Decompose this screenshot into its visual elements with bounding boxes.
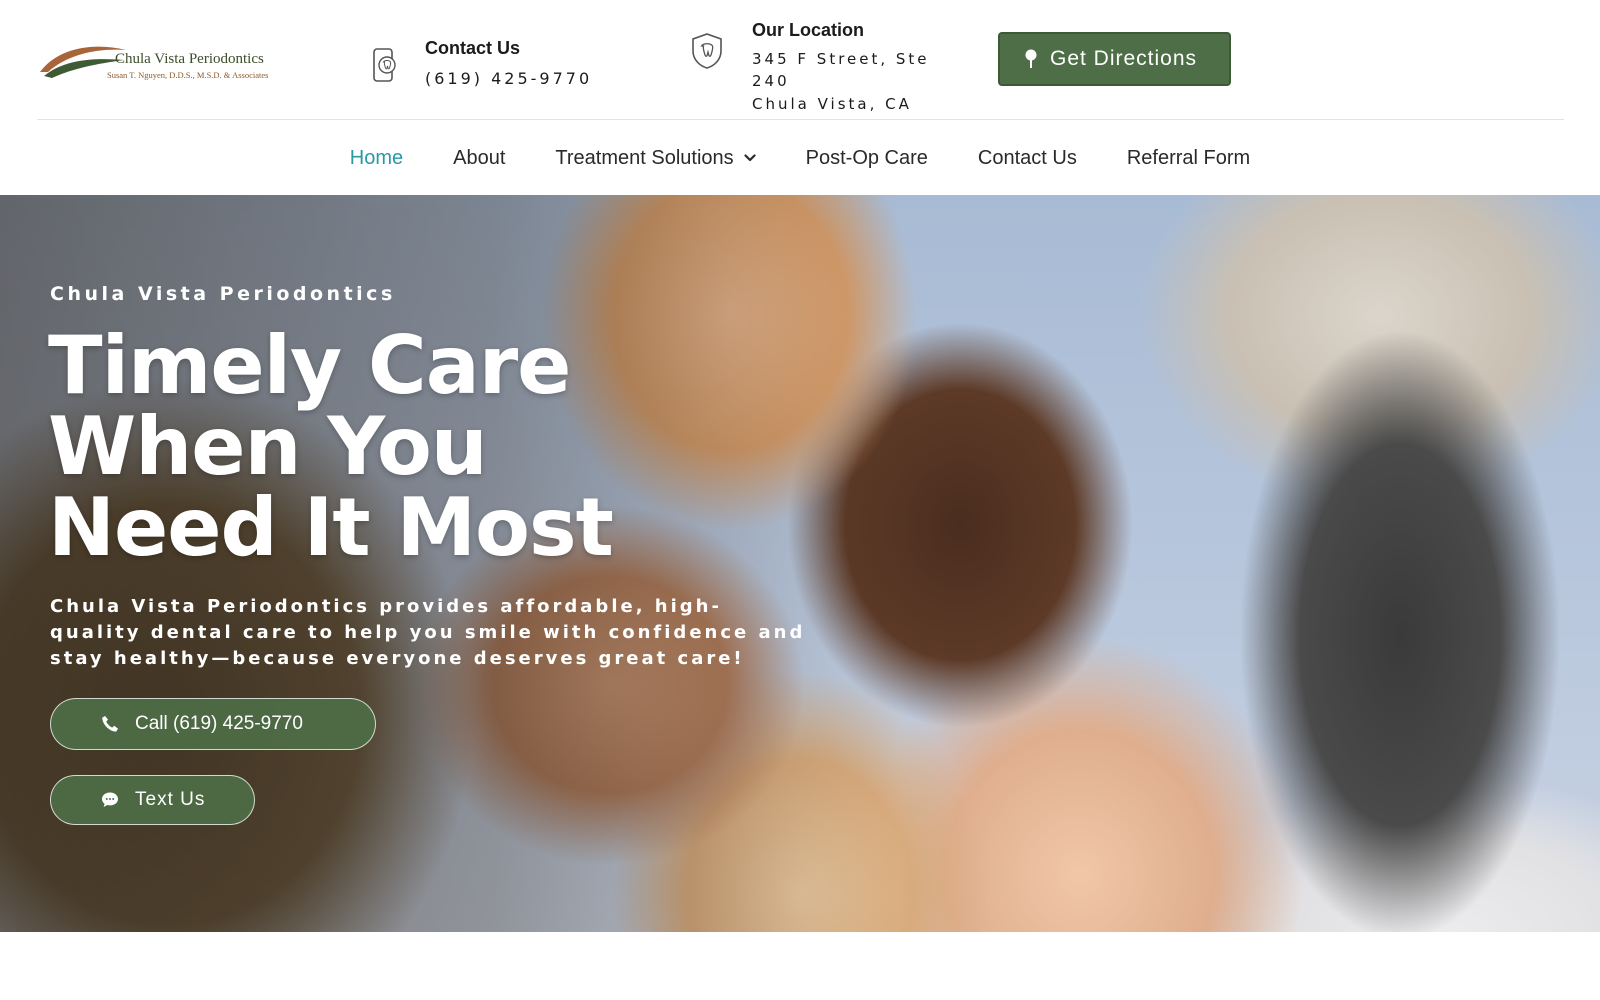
location-line-2: 240: [752, 72, 790, 90]
call-button[interactable]: Call (619) 425-9770: [50, 698, 376, 750]
hero-title-line: When You: [48, 400, 488, 493]
contact-phone[interactable]: (619) 425-9770: [425, 69, 592, 88]
hero-title: Timely Care When You Need It Most: [48, 325, 748, 568]
contact-title: Contact Us: [425, 38, 521, 58]
phone-tooth-icon: [373, 48, 396, 82]
nav-item-about[interactable]: About: [453, 147, 505, 170]
nav-item-post-op-care[interactable]: Post-Op Care: [806, 147, 928, 170]
site-header: Chula Vista Periodontics Susan T. Nguyen…: [0, 0, 1600, 120]
map-pin-icon: [1025, 49, 1037, 68]
text-us-label: Text Us: [135, 789, 206, 810]
shield-tooth-icon: [692, 33, 722, 69]
nav-item-label: Referral Form: [1126, 146, 1251, 169]
header-divider: [37, 119, 1564, 120]
nav-item-label: Contact Us: [977, 146, 1077, 169]
logo-subtitle: Susan T. Nguyen, D.D.S., M.S.D. & Associ…: [107, 70, 269, 80]
hero-title-line: Need It Most: [48, 481, 614, 574]
phone-icon: [102, 716, 118, 732]
hero-description: Chula Vista Periodontics provides afford…: [50, 596, 806, 669]
get-directions-button[interactable]: Get Directions: [998, 32, 1231, 86]
chevron-down-icon[interactable]: [744, 154, 756, 162]
nav-item-label: Home: [349, 146, 404, 169]
nav-item-treatment-solutions[interactable]: Treatment Solutions: [555, 146, 756, 170]
logo-name: Chula Vista Periodontics: [115, 51, 264, 67]
nav-item-home[interactable]: Home: [350, 147, 403, 170]
sms-bubble-icon: [102, 792, 118, 807]
hero-banner: Chula Vista Periodontics Timely Care Whe…: [0, 195, 1600, 932]
location-title: Our Location: [752, 20, 864, 40]
nav-item-label: Post-Op Care: [805, 146, 928, 169]
location-line-1: 345 F Street, Ste: [752, 50, 930, 68]
nav-item-label: Treatment Solutions: [555, 146, 734, 169]
main-nav: Home About Treatment Solutions Post-Op C…: [0, 122, 1600, 194]
call-button-label: Call (619) 425-9770: [135, 713, 303, 734]
hero-title-line: Timely Care: [48, 319, 571, 412]
nav-item-label: About: [453, 146, 506, 169]
site-logo[interactable]: Chula Vista Periodontics Susan T. Nguyen…: [38, 36, 278, 86]
hero-kicker: Chula Vista Periodontics: [50, 283, 396, 305]
nav-item-contact-us[interactable]: Contact Us: [978, 147, 1077, 170]
text-us-button[interactable]: Text Us: [50, 775, 255, 825]
nav-item-referral-form[interactable]: Referral Form: [1127, 147, 1250, 170]
get-directions-label: Get Directions: [1050, 47, 1198, 70]
location-line-3: Chula Vista, CA: [752, 95, 912, 113]
